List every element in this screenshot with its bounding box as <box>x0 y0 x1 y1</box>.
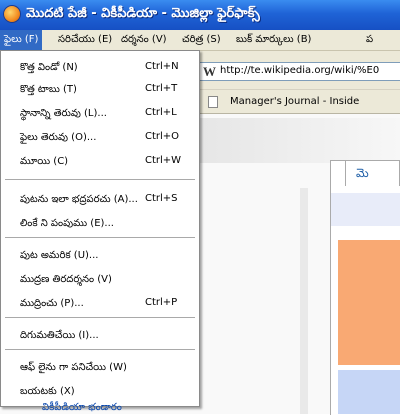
menu-separator <box>5 349 195 350</box>
menu-item-import[interactable]: దిగుమతిచేయి (I)... <box>2 325 198 347</box>
menu-item-label: పుటను ఇలా భద్రపరచు (A)... <box>20 194 138 205</box>
window-title: మొదటి పేజీ - వికీపీడియా - మొజిల్లా ఫైర్‌… <box>26 6 260 21</box>
page-sidebar <box>300 188 308 414</box>
menu-file[interactable]: ఫైలు (F) <box>0 30 43 50</box>
menu-item-label: ముద్రణ తిరదర్శనం (V) <box>20 274 112 285</box>
page-tab-label: మె <box>356 166 369 180</box>
menu-bar: ఫైలు (F) సరిచేయు (E) దర్శనం (V) చరిత్ర (… <box>0 30 400 51</box>
menu-item-shortcut: Ctrl+L <box>145 107 177 118</box>
menu-item-label: బయటకు (X) <box>20 386 75 397</box>
menu-item-save-as[interactable]: పుటను ఇలా భద్రపరచు (A)... Ctrl+S <box>2 189 198 211</box>
menu-item-shortcut: Ctrl+N <box>145 61 179 72</box>
menu-item-exit[interactable]: బయటకు (X) <box>2 381 198 403</box>
url-text[interactable]: http://te.wikipedia.org/wiki/%E0 <box>220 65 379 76</box>
firefox-icon <box>3 5 21 23</box>
menu-item-print[interactable]: ముద్రించు (P)... Ctrl+P <box>2 293 198 315</box>
menu-separator <box>5 237 195 238</box>
menu-item-label: పుట అమరిక (U)... <box>20 250 99 261</box>
menu-item-open-file[interactable]: ఫైలు తెరువు (O)... Ctrl+O <box>2 127 198 149</box>
bookmark-item[interactable]: Manager's Journal - Inside <box>230 96 359 107</box>
menu-item-shortcut: Ctrl+T <box>145 83 178 94</box>
menu-item-new-window[interactable]: కొత్త విండో (N) Ctrl+N <box>2 57 198 79</box>
menu-separator <box>5 317 195 318</box>
menu-edit[interactable]: సరిచేయు (E) <box>54 30 116 50</box>
menu-item-new-tab[interactable]: కొత్త టాబు (T) Ctrl+T <box>2 79 198 101</box>
menu-item-label: ముద్రించు (P)... <box>20 298 84 309</box>
menu-item-close[interactable]: మూయి (C) Ctrl+W <box>2 151 198 173</box>
menu-more[interactable]: ప <box>362 30 377 50</box>
menu-item-label: ఫైలు తెరువు (O)... <box>20 132 97 143</box>
menu-item-label: మూయి (C) <box>20 156 69 167</box>
menu-item-label: లింకే ని పంపుము (E)... <box>20 218 114 229</box>
page-blue-box <box>338 370 400 414</box>
menu-item-work-offline[interactable]: ఆఫ్ లైను గా పనిచేయి (W) <box>2 357 198 379</box>
page-icon <box>208 96 218 108</box>
menu-item-label: ఆఫ్ లైను గా పనిచేయి (W) <box>20 362 127 373</box>
page-orange-box <box>338 240 400 365</box>
menu-item-label: కొత్త విండో (N) <box>20 62 78 73</box>
page-link-text[interactable]: వికీపీడియా భండారం <box>42 401 122 415</box>
menu-item-shortcut: Ctrl+P <box>145 297 178 308</box>
menu-item-label: స్థానాన్ని తెరువు (L)... <box>20 108 107 119</box>
menu-separator <box>5 179 195 180</box>
page-blue-strip <box>331 193 400 226</box>
menu-item-open-location[interactable]: స్థానాన్ని తెరువు (L)... Ctrl+L <box>2 103 198 125</box>
menu-item-label: కొత్త టాబు (T) <box>20 84 77 95</box>
menu-history[interactable]: చరిత్ర (S) <box>178 30 225 50</box>
menu-item-send-link[interactable]: లింకే ని పంపుము (E)... <box>2 213 198 235</box>
wikipedia-favicon: W <box>203 64 216 79</box>
menu-item-shortcut: Ctrl+W <box>145 155 182 166</box>
menu-item-print-preview[interactable]: ముద్రణ తిరదర్శనం (V) <box>2 269 198 291</box>
menu-view[interactable]: దర్శనం (V) <box>117 30 171 50</box>
page-tab[interactable] <box>345 160 400 186</box>
menu-item-page-setup[interactable]: పుట అమరిక (U)... <box>2 245 198 267</box>
menu-item-label: దిగుమతిచేయి (I)... <box>20 330 99 341</box>
menu-item-shortcut: Ctrl+O <box>145 131 180 142</box>
file-menu: కొత్త విండో (N) Ctrl+N కొత్త టాబు (T) Ct… <box>0 50 200 407</box>
menu-bookmarks[interactable]: బుక్ మార్కులు (B) <box>232 30 315 50</box>
page-banner <box>200 118 400 163</box>
menu-item-shortcut: Ctrl+S <box>145 193 178 204</box>
